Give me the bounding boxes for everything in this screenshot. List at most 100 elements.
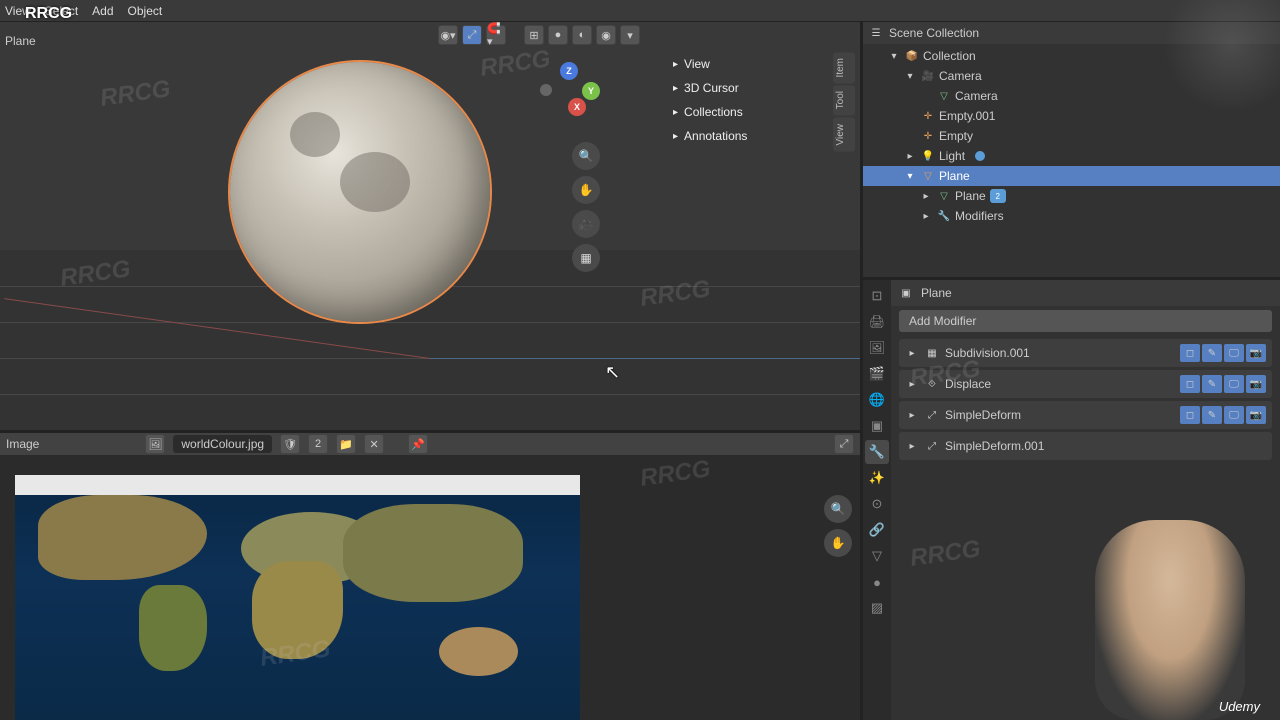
- mod-realtime-icon[interactable]: 🖵: [1224, 406, 1244, 424]
- menu-add[interactable]: Add: [92, 4, 113, 18]
- axis-z-icon[interactable]: Z: [560, 62, 578, 80]
- tree-label: Light: [939, 149, 965, 163]
- mod-cage-icon[interactable]: ◻: [1180, 375, 1200, 393]
- mod-realtime-icon[interactable]: 🖵: [1224, 344, 1244, 362]
- shading-matprev-icon[interactable]: ◐: [572, 25, 592, 45]
- outliner-editor-icon[interactable]: ☰: [869, 26, 883, 40]
- shading-wire-icon[interactable]: ⊞: [524, 25, 544, 45]
- expand-icon[interactable]: ▸: [905, 377, 919, 391]
- tree-row[interactable]: ▾🎥Camera: [863, 66, 1280, 86]
- axis-x-icon[interactable]: X: [568, 98, 586, 116]
- pin-icon[interactable]: 📌: [408, 434, 428, 454]
- axis-neg-icon[interactable]: [540, 84, 552, 96]
- modifier-type-icon: ⟐: [925, 377, 939, 391]
- active-object-label: Plane: [5, 34, 36, 48]
- tree-row[interactable]: ▸💡Light: [863, 146, 1280, 166]
- tree-row[interactable]: ✛Empty: [863, 126, 1280, 146]
- npanel-3dcursor[interactable]: 3D Cursor: [665, 76, 825, 100]
- ptab-object-icon[interactable]: ▣: [865, 414, 889, 438]
- mod-render-icon[interactable]: 📷: [1246, 344, 1266, 362]
- ptab-data-icon[interactable]: ▽: [865, 544, 889, 568]
- npanel-collections[interactable]: Collections: [665, 100, 825, 124]
- pan-icon[interactable]: ✋: [572, 176, 600, 204]
- axis-y-icon[interactable]: Y: [582, 82, 600, 100]
- image-canvas[interactable]: 🔍 ✋: [0, 455, 860, 720]
- img-pan-icon[interactable]: ✋: [824, 529, 852, 557]
- menu-object[interactable]: Object: [128, 4, 163, 18]
- expand-icon[interactable]: ▾: [887, 49, 901, 63]
- select-mode-icon[interactable]: ⤢: [462, 25, 482, 45]
- image-browse-icon[interactable]: 🖼: [145, 434, 165, 454]
- expand-icon[interactable]: ▾: [903, 69, 917, 83]
- mod-cage-icon[interactable]: ◻: [1180, 344, 1200, 362]
- expand-icon[interactable]: ▸: [919, 189, 933, 203]
- overlay-dropdown-icon[interactable]: ◉▾: [438, 25, 458, 45]
- expand-icon[interactable]: ▸: [905, 439, 919, 453]
- snap-icon[interactable]: 🧲▾: [486, 25, 506, 45]
- mod-render-icon[interactable]: 📷: [1246, 375, 1266, 393]
- tab-view[interactable]: View: [833, 118, 855, 152]
- mod-edit-icon[interactable]: ✎: [1202, 344, 1222, 362]
- image-gizmo-icon[interactable]: ⤢: [834, 434, 854, 454]
- tree-row[interactable]: ✛Empty.001: [863, 106, 1280, 126]
- ptab-world-icon[interactable]: 🌐: [865, 388, 889, 412]
- ptab-particles-icon[interactable]: ✨: [865, 466, 889, 490]
- expand-icon[interactable]: [919, 89, 933, 103]
- ptab-physics-icon[interactable]: ⊙: [865, 492, 889, 516]
- mod-edit-icon[interactable]: ✎: [1202, 375, 1222, 393]
- expand-icon[interactable]: ▾: [903, 169, 917, 183]
- tree-row[interactable]: ▽Camera: [863, 86, 1280, 106]
- npanel-view[interactable]: View: [665, 52, 825, 76]
- image-selector[interactable]: worldColour.jpg: [173, 435, 272, 453]
- ptab-material-icon[interactable]: ●: [865, 570, 889, 594]
- mod-edit-icon[interactable]: ✎: [1202, 406, 1222, 424]
- expand-icon[interactable]: ▸: [905, 408, 919, 422]
- ptab-output-icon[interactable]: 🖨: [865, 310, 889, 334]
- camera-view-icon[interactable]: 🎥: [572, 210, 600, 238]
- world-texture-image: [15, 475, 580, 720]
- shading-render-icon[interactable]: ◉: [596, 25, 616, 45]
- tree-row[interactable]: ▾📦Collection: [863, 46, 1280, 66]
- ptab-constraint-icon[interactable]: 🔗: [865, 518, 889, 542]
- tab-item[interactable]: Item: [833, 52, 855, 83]
- shading-solid-icon[interactable]: ●: [548, 25, 568, 45]
- tree-row[interactable]: ▾▽Plane: [863, 166, 1280, 186]
- unlink-icon[interactable]: ✕: [364, 434, 384, 454]
- object-type-icon: ✛: [921, 109, 935, 123]
- expand-icon[interactable]: ▸: [905, 346, 919, 360]
- shading-dropdown-icon[interactable]: ▾: [620, 25, 640, 45]
- fake-user-icon[interactable]: 🛡: [280, 434, 300, 454]
- object-type-icon: ▽: [937, 189, 951, 203]
- new-image-icon[interactable]: 2: [308, 434, 328, 454]
- mod-cage-icon[interactable]: ◻: [1180, 406, 1200, 424]
- ptab-texture-icon[interactable]: ▨: [865, 596, 889, 620]
- ptab-viewlayer-icon[interactable]: 🖼: [865, 336, 889, 360]
- npanel-annotations[interactable]: Annotations: [665, 124, 825, 148]
- tree-row[interactable]: ▸▽Plane2: [863, 186, 1280, 206]
- modifier-row[interactable]: ▸▦Subdivision.001◻✎🖵📷: [899, 339, 1272, 367]
- nav-gizmo[interactable]: Z Y X: [540, 62, 600, 122]
- mod-realtime-icon[interactable]: 🖵: [1224, 375, 1244, 393]
- modifier-row[interactable]: ▸⤢SimpleDeform◻✎🖵📷: [899, 401, 1272, 429]
- moon-object[interactable]: [230, 62, 490, 322]
- ptab-render-icon[interactable]: ⊡: [865, 284, 889, 308]
- ptab-modifier-icon[interactable]: 🔧: [865, 440, 889, 464]
- expand-icon[interactable]: ▸: [903, 149, 917, 163]
- tree-row[interactable]: ▸🔧Modifiers: [863, 206, 1280, 226]
- tab-tool[interactable]: Tool: [833, 85, 855, 115]
- perspective-icon[interactable]: ▦: [572, 244, 600, 272]
- modifier-row[interactable]: ▸⤢SimpleDeform.001: [899, 432, 1272, 460]
- tree-label: Camera: [939, 69, 982, 83]
- expand-icon[interactable]: ▸: [919, 209, 933, 223]
- zoom-icon[interactable]: 🔍: [572, 142, 600, 170]
- 3d-viewport[interactable]: Plane ◉▾ ⤢ 🧲▾ ⊞ ● ◐ ◉ ▾ Z Y X: [0, 22, 860, 430]
- open-image-icon[interactable]: 📁: [336, 434, 356, 454]
- object-type-icon: ✛: [921, 129, 935, 143]
- ptab-scene-icon[interactable]: 🎬: [865, 362, 889, 386]
- img-zoom-icon[interactable]: 🔍: [824, 495, 852, 523]
- expand-icon[interactable]: [903, 109, 917, 123]
- add-modifier-button[interactable]: Add Modifier: [899, 310, 1272, 332]
- modifier-row[interactable]: ▸⟐Displace◻✎🖵📷: [899, 370, 1272, 398]
- mod-render-icon[interactable]: 📷: [1246, 406, 1266, 424]
- expand-icon[interactable]: [903, 129, 917, 143]
